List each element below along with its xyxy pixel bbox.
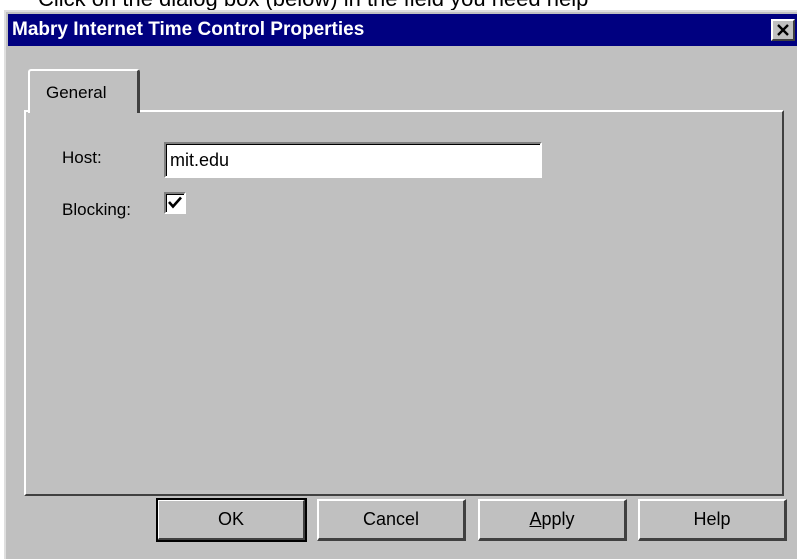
checkmark-icon [168,196,182,209]
blocking-label: Blocking: [62,200,131,219]
tab-general-label: General [46,83,107,102]
ok-button-label: OK [217,509,244,529]
ok-button[interactable]: OK [156,498,307,542]
cancel-button-label: Cancel [362,509,420,529]
blocking-checkbox[interactable] [164,192,186,214]
close-icon [777,24,789,36]
help-button-label: Help [693,509,731,529]
title-bar[interactable]: Mabry Internet Time Control Properties [8,14,797,46]
apply-button[interactable]: Apply [478,499,627,541]
dialog-title: Mabry Internet Time Control Properties [12,19,365,40]
help-button[interactable]: Help [638,499,787,541]
host-input[interactable]: mit.edu [164,142,542,178]
host-input-value: mit.edu [170,150,230,170]
host-label: Host: [62,148,102,167]
cancel-button[interactable]: Cancel [317,499,466,541]
general-tab-panel: Host: mit.edu Blocking: [24,110,784,496]
properties-dialog: Mabry Internet Time Control Properties G… [4,10,797,559]
close-button[interactable] [771,19,795,41]
tab-general[interactable]: General [28,69,140,113]
apply-button-label: Apply [529,509,575,529]
